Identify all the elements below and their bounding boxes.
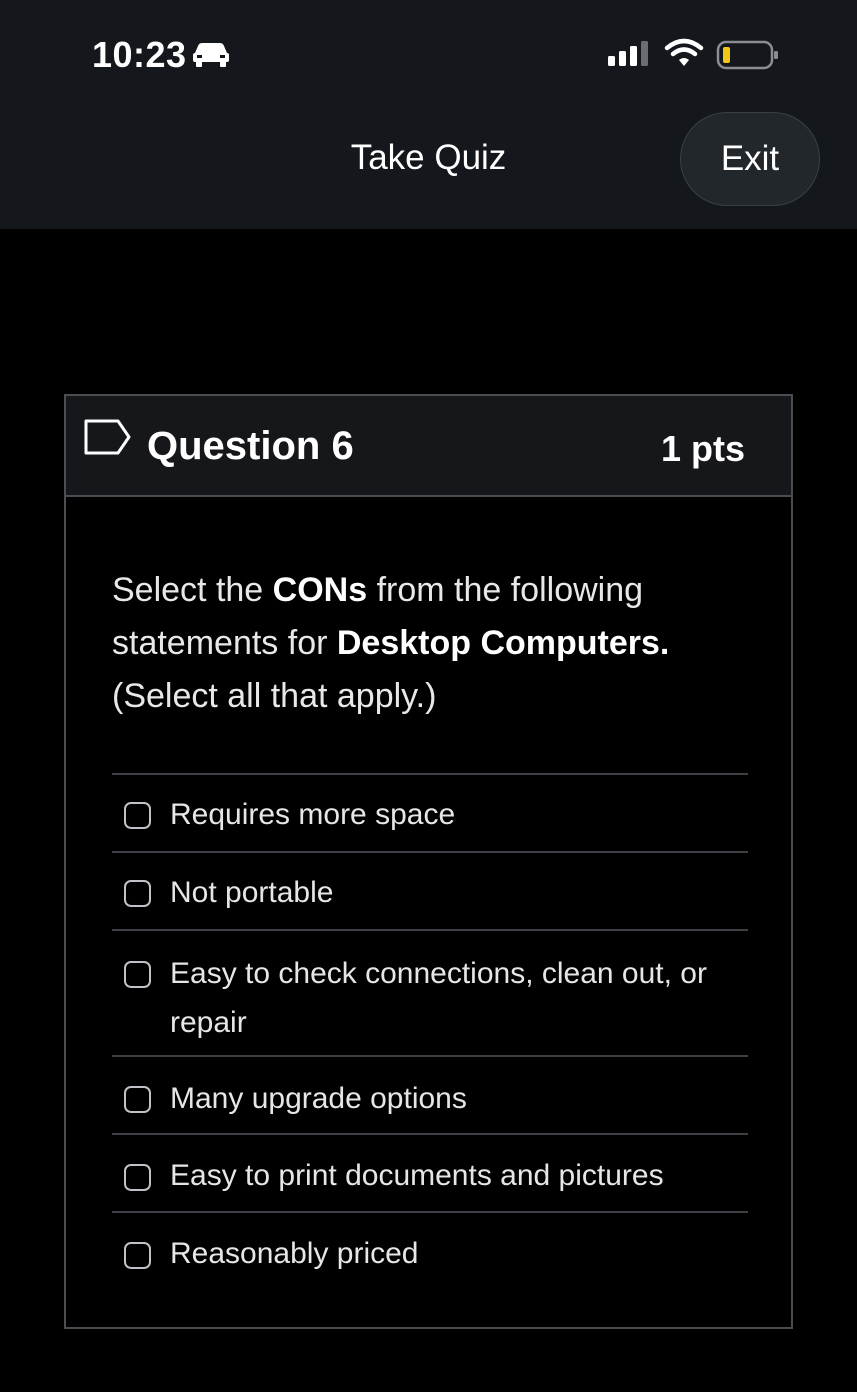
question-card: Question 6 1 pts Select the CONs from th… (64, 394, 793, 1329)
answer-option[interactable]: Easy to check connections, clean out, or… (112, 931, 748, 1057)
prompt-text: Select the (112, 571, 273, 609)
answer-checkbox[interactable] (124, 961, 151, 988)
answer-option[interactable]: Reasonably priced (112, 1213, 748, 1291)
answer-option[interactable]: Many upgrade options (112, 1057, 748, 1135)
answer-list: Requires more space Not portable Easy to… (112, 773, 748, 1291)
status-time: 10:23 (92, 34, 187, 75)
answer-option[interactable]: Requires more space (112, 775, 748, 853)
question-prompt: Select the CONs from the following state… (112, 564, 752, 723)
question-title: Question 6 (147, 424, 354, 468)
prompt-emphasis: CONs (272, 571, 368, 609)
question-header: Question 6 1 pts (66, 396, 791, 497)
car-icon (193, 43, 229, 67)
answer-label: Easy to check connections, clean out, or… (170, 957, 707, 1039)
answer-label: Many upgrade options (170, 1082, 467, 1115)
answer-option[interactable]: Not portable (112, 853, 748, 931)
answer-label: Reasonably priced (170, 1237, 419, 1270)
answer-label: Requires more space (170, 798, 456, 831)
answer-checkbox[interactable] (124, 1086, 151, 1113)
signal-icon (608, 41, 648, 66)
answer-checkbox[interactable] (124, 880, 151, 907)
answer-checkbox[interactable] (124, 1242, 151, 1269)
prompt-text: (Select all that apply.) (112, 677, 437, 715)
question-points: 1 pts (660, 428, 745, 469)
answer-checkbox[interactable] (124, 1164, 151, 1191)
answer-checkbox[interactable] (124, 802, 151, 829)
answer-option[interactable]: Easy to print documents and pictures (112, 1135, 748, 1213)
app-header: 10:23 Take Quiz Exit (0, 0, 857, 229)
flag-question-icon[interactable] (84, 419, 132, 455)
battery-icon (716, 40, 778, 70)
wifi-icon (664, 38, 704, 66)
exit-button[interactable]: Exit (680, 112, 820, 206)
prompt-emphasis: Desktop Computers. (336, 624, 670, 662)
answer-label: Easy to print documents and pictures (170, 1159, 664, 1192)
answer-label: Not portable (170, 876, 334, 909)
